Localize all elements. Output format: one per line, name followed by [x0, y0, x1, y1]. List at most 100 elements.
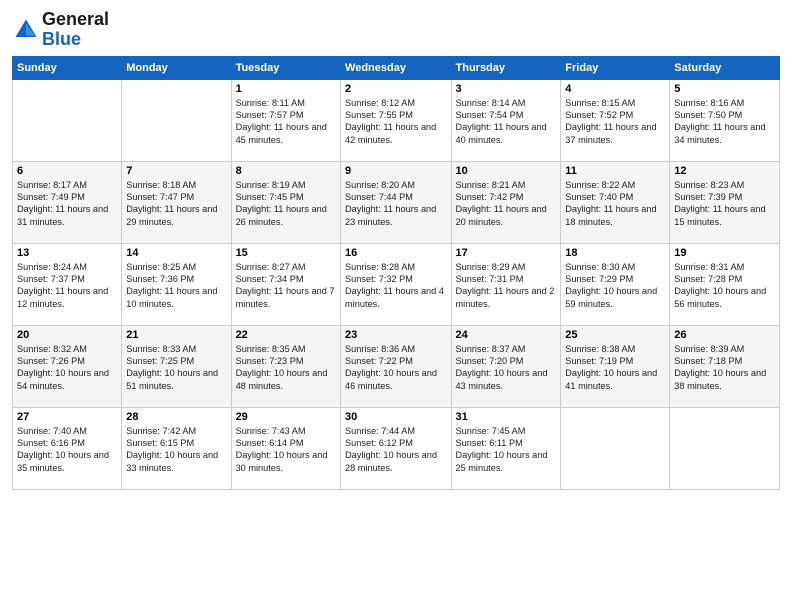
- calendar-cell: 3 Sunrise: 8:14 AM Sunset: 7:54 PM Daylig…: [451, 79, 561, 161]
- calendar-cell: 29 Sunrise: 7:43 AM Sunset: 6:14 PM Dayli…: [231, 407, 340, 489]
- day-number: 29: [236, 411, 336, 423]
- day-number: 26: [674, 329, 775, 341]
- day-number: 24: [456, 329, 557, 341]
- day-number: 6: [17, 165, 117, 177]
- page: General Blue SundayMondayTuesdayWednesda…: [0, 0, 792, 612]
- day-info: Sunrise: 8:25 AM Sunset: 7:36 PM Dayligh…: [126, 261, 226, 311]
- day-info: Sunrise: 8:39 AM Sunset: 7:18 PM Dayligh…: [674, 343, 775, 393]
- day-info: Sunrise: 8:20 AM Sunset: 7:44 PM Dayligh…: [345, 179, 446, 229]
- calendar-day-header: Thursday: [451, 56, 561, 79]
- day-info: Sunrise: 8:31 AM Sunset: 7:28 PM Dayligh…: [674, 261, 775, 311]
- calendar-cell: 23Sunrise: 8:36 AM Sunset: 7:22 PM Dayli…: [341, 325, 451, 407]
- day-number: 4: [565, 83, 665, 95]
- day-number: 28: [126, 411, 226, 423]
- calendar-week-row: 27 Sunrise: 7:40 AM Sunset: 6:16 PM Dayli…: [13, 407, 780, 489]
- calendar-day-header: Friday: [561, 56, 670, 79]
- calendar-cell: 9 Sunrise: 8:20 AM Sunset: 7:44 PM Daylig…: [341, 161, 451, 243]
- calendar-cell: [670, 407, 780, 489]
- day-number: 13: [17, 247, 117, 259]
- day-info: Sunrise: 8:32 AM Sunset: 7:26 PM Dayligh…: [17, 343, 117, 393]
- day-number: 20: [17, 329, 117, 341]
- calendar-cell: 17 Sunrise: 8:29 AM Sunset: 7:31 PM Dayli…: [451, 243, 561, 325]
- day-number: 1: [236, 83, 336, 95]
- day-number: 15: [236, 247, 336, 259]
- calendar-week-row: 13 Sunrise: 8:24 AM Sunset: 7:37 PM Dayli…: [13, 243, 780, 325]
- calendar-cell: 15Sunrise: 8:27 AM Sunset: 7:34 PM Dayli…: [231, 243, 340, 325]
- day-info: Sunrise: 8:12 AM Sunset: 7:55 PM Dayligh…: [345, 97, 446, 147]
- day-number: 27: [17, 411, 117, 423]
- logo: General Blue: [12, 10, 109, 50]
- calendar-week-row: 6 Sunrise: 8:17 AM Sunset: 7:49 PM Daylig…: [13, 161, 780, 243]
- calendar-cell: 12Sunrise: 8:23 AM Sunset: 7:39 PM Dayli…: [670, 161, 780, 243]
- day-info: Sunrise: 8:14 AM Sunset: 7:54 PM Dayligh…: [456, 97, 557, 147]
- day-number: 10: [456, 165, 557, 177]
- calendar-cell: 18 Sunrise: 8:30 AM Sunset: 7:29 PM Dayli…: [561, 243, 670, 325]
- day-info: Sunrise: 7:40 AM Sunset: 6:16 PM Dayligh…: [17, 425, 117, 475]
- calendar-cell: 28 Sunrise: 7:42 AM Sunset: 6:15 PM Dayli…: [122, 407, 231, 489]
- day-number: 25: [565, 329, 665, 341]
- day-number: 8: [236, 165, 336, 177]
- day-number: 17: [456, 247, 557, 259]
- calendar-cell: 25Sunrise: 8:38 AM Sunset: 7:19 PM Dayli…: [561, 325, 670, 407]
- calendar-week-row: 1 Sunrise: 8:11 AM Sunset: 7:57 PM Daylig…: [13, 79, 780, 161]
- day-info: Sunrise: 8:21 AM Sunset: 7:42 PM Dayligh…: [456, 179, 557, 229]
- calendar-cell: 10 Sunrise: 8:21 AM Sunset: 7:42 PM Dayli…: [451, 161, 561, 243]
- day-number: 2: [345, 83, 446, 95]
- calendar-cell: 26 Sunrise: 8:39 AM Sunset: 7:18 PM Dayli…: [670, 325, 780, 407]
- calendar-cell: 24 Sunrise: 8:37 AM Sunset: 7:20 PM Dayli…: [451, 325, 561, 407]
- calendar-cell: 22 Sunrise: 8:35 AM Sunset: 7:23 PM Dayli…: [231, 325, 340, 407]
- calendar-cell: 14 Sunrise: 8:25 AM Sunset: 7:36 PM Dayli…: [122, 243, 231, 325]
- calendar-table: SundayMondayTuesdayWednesdayThursdayFrid…: [12, 56, 780, 490]
- header: General Blue: [12, 10, 780, 50]
- day-info: Sunrise: 7:45 AM Sunset: 6:11 PM Dayligh…: [456, 425, 557, 475]
- calendar-cell: 8 Sunrise: 8:19 AM Sunset: 7:45 PM Daylig…: [231, 161, 340, 243]
- day-info: Sunrise: 7:44 AM Sunset: 6:12 PM Dayligh…: [345, 425, 446, 475]
- logo-icon: [12, 16, 40, 44]
- calendar-cell: [122, 79, 231, 161]
- calendar-cell: [561, 407, 670, 489]
- day-info: Sunrise: 7:43 AM Sunset: 6:14 PM Dayligh…: [236, 425, 336, 475]
- day-info: Sunrise: 8:33 AM Sunset: 7:25 PM Dayligh…: [126, 343, 226, 393]
- calendar-cell: 21Sunrise: 8:33 AM Sunset: 7:25 PM Dayli…: [122, 325, 231, 407]
- day-number: 7: [126, 165, 226, 177]
- calendar-cell: 4Sunrise: 8:15 AM Sunset: 7:52 PM Daylig…: [561, 79, 670, 161]
- calendar-day-header: Monday: [122, 56, 231, 79]
- calendar-day-header: Sunday: [13, 56, 122, 79]
- day-info: Sunrise: 8:11 AM Sunset: 7:57 PM Dayligh…: [236, 97, 336, 147]
- day-info: Sunrise: 8:28 AM Sunset: 7:32 PM Dayligh…: [345, 261, 446, 311]
- day-info: Sunrise: 7:42 AM Sunset: 6:15 PM Dayligh…: [126, 425, 226, 475]
- day-number: 19: [674, 247, 775, 259]
- day-number: 22: [236, 329, 336, 341]
- calendar-week-row: 20 Sunrise: 8:32 AM Sunset: 7:26 PM Dayli…: [13, 325, 780, 407]
- calendar-cell: 1 Sunrise: 8:11 AM Sunset: 7:57 PM Daylig…: [231, 79, 340, 161]
- day-info: Sunrise: 8:37 AM Sunset: 7:20 PM Dayligh…: [456, 343, 557, 393]
- calendar-cell: 7Sunrise: 8:18 AM Sunset: 7:47 PM Daylig…: [122, 161, 231, 243]
- day-info: Sunrise: 8:16 AM Sunset: 7:50 PM Dayligh…: [674, 97, 775, 147]
- logo-text: General Blue: [42, 10, 109, 50]
- calendar-header-row: SundayMondayTuesdayWednesdayThursdayFrid…: [13, 56, 780, 79]
- day-number: 14: [126, 247, 226, 259]
- day-info: Sunrise: 8:17 AM Sunset: 7:49 PM Dayligh…: [17, 179, 117, 229]
- day-number: 3: [456, 83, 557, 95]
- day-info: Sunrise: 8:22 AM Sunset: 7:40 PM Dayligh…: [565, 179, 665, 229]
- day-info: Sunrise: 8:36 AM Sunset: 7:22 PM Dayligh…: [345, 343, 446, 393]
- day-info: Sunrise: 8:19 AM Sunset: 7:45 PM Dayligh…: [236, 179, 336, 229]
- day-number: 31: [456, 411, 557, 423]
- calendar-cell: 19 Sunrise: 8:31 AM Sunset: 7:28 PM Dayli…: [670, 243, 780, 325]
- calendar-cell: 16 Sunrise: 8:28 AM Sunset: 7:32 PM Dayli…: [341, 243, 451, 325]
- calendar-cell: 13 Sunrise: 8:24 AM Sunset: 7:37 PM Dayli…: [13, 243, 122, 325]
- calendar-day-header: Saturday: [670, 56, 780, 79]
- day-info: Sunrise: 8:24 AM Sunset: 7:37 PM Dayligh…: [17, 261, 117, 311]
- day-info: Sunrise: 8:29 AM Sunset: 7:31 PM Dayligh…: [456, 261, 557, 311]
- calendar-cell: 6 Sunrise: 8:17 AM Sunset: 7:49 PM Daylig…: [13, 161, 122, 243]
- day-info: Sunrise: 8:35 AM Sunset: 7:23 PM Dayligh…: [236, 343, 336, 393]
- calendar-day-header: Tuesday: [231, 56, 340, 79]
- day-number: 16: [345, 247, 446, 259]
- day-number: 9: [345, 165, 446, 177]
- day-number: 5: [674, 83, 775, 95]
- day-info: Sunrise: 8:23 AM Sunset: 7:39 PM Dayligh…: [674, 179, 775, 229]
- calendar-cell: 2 Sunrise: 8:12 AM Sunset: 7:55 PM Daylig…: [341, 79, 451, 161]
- day-number: 18: [565, 247, 665, 259]
- day-number: 11: [565, 165, 665, 177]
- day-info: Sunrise: 8:30 AM Sunset: 7:29 PM Dayligh…: [565, 261, 665, 311]
